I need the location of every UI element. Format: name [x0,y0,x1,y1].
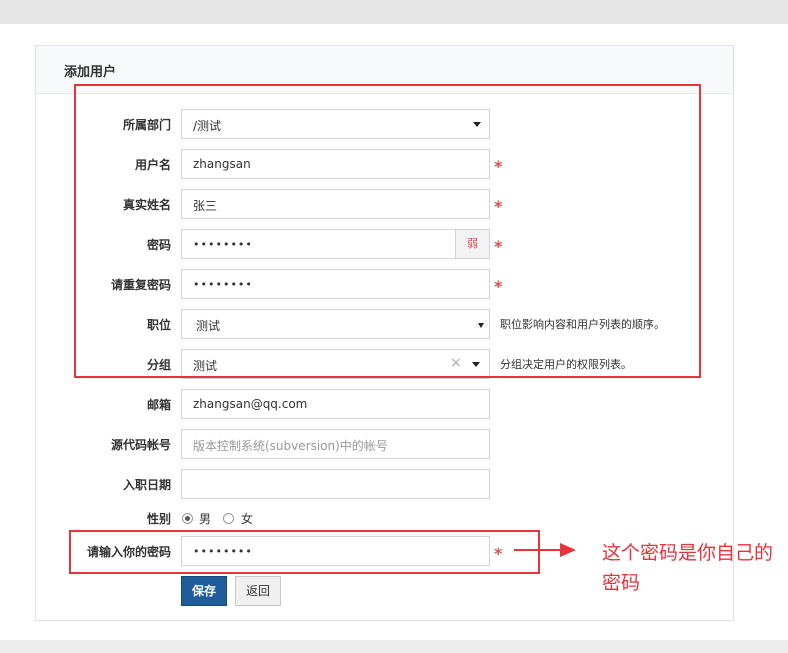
email-input[interactable]: zhangsan@qq.com [181,389,490,419]
gender-female-radio[interactable] [223,513,234,524]
gender-male-label[interactable]: 男 [199,510,211,527]
annotation-note: 这个密码是你自己的密码 [602,542,774,594]
top-bar [0,0,788,24]
save-button[interactable]: 保存 [181,576,227,606]
highlight-box-password [69,530,540,574]
commiter-placeholder: 版本控制系统(subversion)中的帐号 [193,439,388,453]
bottom-bar [0,640,788,653]
commiter-label: 源代码帐号 [110,438,171,452]
panel-title: 添加用户 [64,65,117,80]
join-date-input[interactable] [181,469,490,499]
join-date-label: 入职日期 [122,478,171,492]
back-button[interactable]: 返回 [235,576,281,606]
commiter-input[interactable]: 版本控制系统(subversion)中的帐号 [181,429,490,459]
arrow-icon [514,543,576,557]
gender-female-label[interactable]: 女 [241,510,253,527]
highlight-box-main [74,84,701,378]
gender-male-radio[interactable] [182,513,193,524]
gender-label: 性别 [146,512,171,526]
email-label: 邮箱 [146,398,171,412]
email-value: zhangsan@qq.com [193,397,308,411]
